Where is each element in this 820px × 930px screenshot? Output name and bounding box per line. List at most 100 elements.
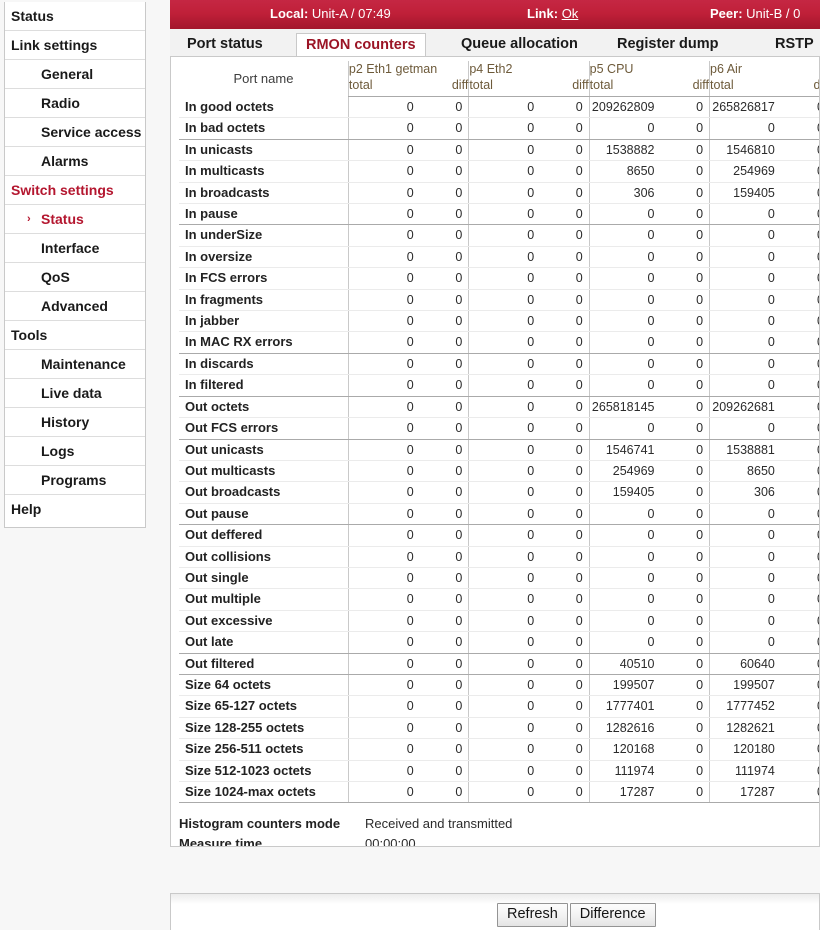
counter-total: 0 (347, 717, 420, 740)
sidebar-item-live-data[interactable]: Live data (5, 379, 145, 408)
table-row: In oversize00000000 (179, 246, 819, 269)
counter-name: Size 256-511 octets (179, 738, 349, 761)
counter-diff: 0 (540, 289, 590, 312)
counter-diff: 0 (660, 203, 710, 226)
difference-button[interactable]: Difference (569, 903, 656, 927)
counter-total: 0 (709, 588, 781, 611)
counter-diff: 0 (660, 289, 710, 312)
sidebar-item-maintenance[interactable]: Maintenance (5, 350, 145, 379)
sidebar-item-label: Status (41, 211, 84, 227)
status-bar: Local: Unit-A / 07:49 Link: Ok Peer: Uni… (170, 0, 820, 29)
counter-diff: 0 (780, 674, 819, 697)
counter-diff: 0 (419, 717, 469, 740)
counter-diff: 0 (780, 96, 819, 119)
sidebar-item-radio[interactable]: Radio (5, 89, 145, 118)
counter-diff: 0 (660, 546, 710, 568)
counter-diff: 0 (540, 481, 590, 504)
counter-diff: 0 (780, 310, 819, 333)
sidebar-item-qos[interactable]: QoS (5, 263, 145, 292)
table-row: In filtered00000000 (179, 374, 819, 397)
sidebar-item-advanced[interactable]: Advanced (5, 292, 145, 321)
histogram-mode-value: Received and transmitted (365, 816, 513, 832)
counter-total: 0 (468, 374, 541, 397)
counter-name: Out filtered (179, 653, 349, 675)
counter-total: 0 (588, 524, 661, 547)
sidebar-item-alarms[interactable]: Alarms (5, 147, 145, 176)
counter-total: 254969 (709, 160, 781, 183)
counter-diff: 0 (660, 738, 710, 761)
counter-name: In bad octets (179, 117, 349, 140)
counter-total: 159405 (588, 481, 661, 504)
counter-diff: 0 (419, 524, 469, 547)
counter-total: 0 (347, 267, 420, 290)
tab-register-dump[interactable]: Register dump (608, 33, 728, 56)
counter-diff: 0 (540, 546, 590, 568)
sidebar-item-status[interactable]: › Status (5, 205, 145, 234)
tab-queue-allocation[interactable]: Queue allocation (452, 33, 587, 56)
counter-diff: 0 (419, 96, 469, 119)
counter-total: 0 (347, 224, 420, 247)
status-local-label: Local: (270, 6, 309, 21)
refresh-button[interactable]: Refresh (497, 903, 568, 927)
table-row: In underSize00000000 (179, 224, 819, 247)
table-row: In good octets000020926280902658268170 (179, 96, 819, 119)
status-link-value[interactable]: Ok (562, 6, 579, 21)
counter-diff: 0 (660, 439, 710, 461)
counter-total: 0 (468, 631, 541, 654)
counter-diff: 0 (540, 374, 590, 397)
sidebar-item-history[interactable]: History (5, 408, 145, 437)
sidebar-item-link-settings[interactable]: Link settings (5, 31, 145, 60)
table-row: Size 256-511 octets000012016801201800 (179, 738, 819, 761)
sidebar-item-service-access[interactable]: Service access (5, 118, 145, 147)
counter-total: 1538882 (588, 139, 661, 162)
counter-total: 0 (468, 139, 541, 162)
counter-total: 0 (468, 653, 541, 675)
measure-time-label: Measure time (179, 836, 263, 847)
counter-total: 0 (709, 353, 781, 376)
counter-diff: 0 (660, 374, 710, 397)
counter-diff: 0 (660, 117, 710, 140)
counter-diff: 0 (780, 546, 819, 568)
counter-diff: 0 (540, 567, 590, 590)
counter-diff: 0 (780, 374, 819, 397)
content-panel: Port name p2 Eth1 getman p4 Eth2 p5 CPU p6 A… (170, 57, 820, 847)
tab-port-status[interactable]: Port status (178, 33, 272, 56)
sidebar-item-status[interactable]: Status (5, 2, 145, 31)
sidebar-item-switch-settings[interactable]: Switch settings (5, 176, 145, 205)
counter-total: 0 (468, 760, 541, 783)
table-row: In jabber00000000 (179, 310, 819, 333)
counter-name: In MAC RX errors (179, 331, 349, 354)
counter-name: In pause (179, 203, 349, 226)
table-row: Out pause00000000 (179, 503, 819, 526)
status-peer: Peer: Unit-B / 0 (710, 6, 800, 22)
counter-total: 0 (468, 331, 541, 354)
counter-name: Out deffered (179, 524, 349, 547)
counter-total: 0 (588, 417, 661, 440)
sidebar-item-programs[interactable]: Programs (5, 466, 145, 495)
sidebar-item-tools[interactable]: Tools (5, 321, 145, 350)
tab-rmon-counters[interactable]: RMON counters (296, 33, 426, 56)
meta-fields: Histogram counters mode Received and tran… (179, 814, 819, 847)
counter-total: 0 (347, 481, 420, 504)
counter-diff: 0 (419, 653, 469, 675)
counter-total: 0 (468, 417, 541, 440)
counter-diff: 0 (660, 760, 710, 783)
table-row: Out filtered0000405100606400 (179, 653, 819, 675)
counter-total: 0 (347, 417, 420, 440)
sidebar-item-label: Live data (41, 385, 102, 401)
sidebar-item-help[interactable]: Help (5, 495, 145, 523)
table-row: In bad octets00000000 (179, 117, 819, 140)
sidebar-item-interface[interactable]: Interface (5, 234, 145, 263)
counter-name: Out FCS errors (179, 417, 349, 440)
sidebar-item-general[interactable]: General (5, 60, 145, 89)
counter-diff: 0 (660, 160, 710, 183)
sidebar-item-logs[interactable]: Logs (5, 437, 145, 466)
counter-diff: 0 (660, 139, 710, 162)
counter-diff: 0 (540, 781, 590, 804)
counter-total: 0 (347, 460, 420, 483)
tab-rstp[interactable]: RSTP (766, 33, 820, 56)
counter-total: 0 (468, 610, 541, 633)
counter-total: 1282616 (588, 717, 661, 740)
counter-name: In multicasts (179, 160, 349, 183)
counter-diff: 0 (419, 289, 469, 312)
